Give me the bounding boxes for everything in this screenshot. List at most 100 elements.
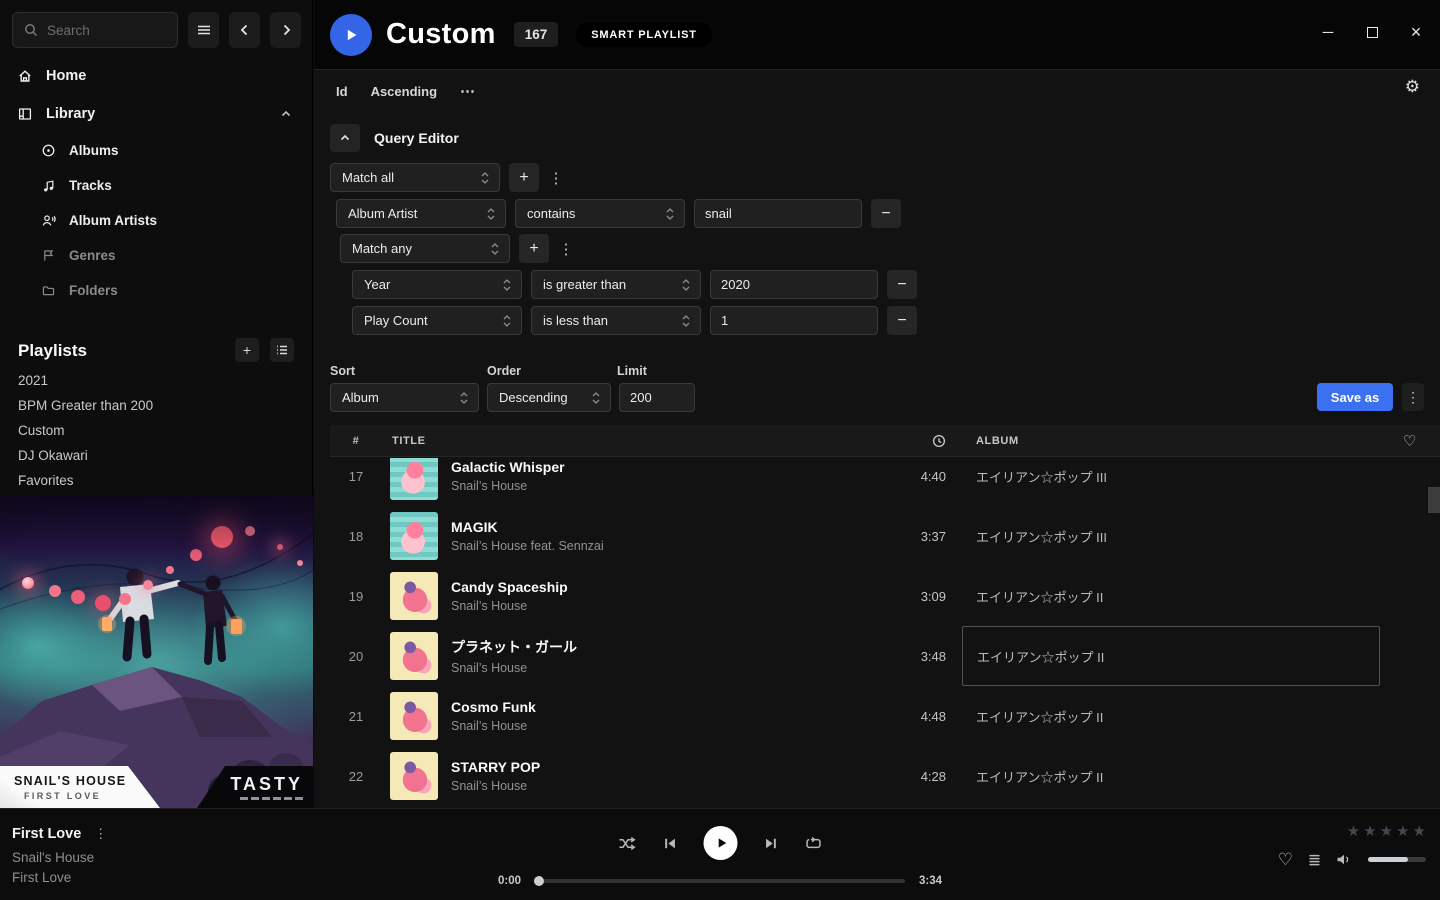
track-artist[interactable]: Snail’s House [451,779,540,793]
favorite-cell[interactable] [1380,746,1440,806]
table-row[interactable]: 17 Galactic WhisperSnail’s House 4:40 エイ… [330,458,1440,506]
sort-select[interactable]: Album [330,383,479,412]
match-type-select[interactable]: Match any [340,234,510,263]
back-button[interactable] [229,12,260,48]
rule-operator-select[interactable]: is less than [531,306,701,335]
playlist-item[interactable]: Favorites [0,468,312,493]
column-duration[interactable] [882,434,962,448]
sidebar-item-genres[interactable]: Genres [0,238,312,273]
track-artist[interactable]: Snail’s House feat. Sennzai [451,539,604,553]
track-title[interactable]: MAGIK [451,519,604,535]
track-album[interactable]: エイリアン☆ポップ III [962,458,1380,506]
rule-field-select[interactable]: Year [352,270,522,299]
previous-button[interactable] [663,836,678,851]
menu-button[interactable] [188,12,219,48]
save-options-button[interactable]: ⋮ [1402,383,1424,411]
remove-rule-button[interactable]: − [887,270,917,299]
search-box[interactable] [12,12,178,48]
track-title[interactable]: Cosmo Funk [451,699,536,715]
track-artist[interactable]: Snail’s House [451,479,565,493]
playlist-item[interactable]: BPM Greater than 200 [0,393,312,418]
order-select[interactable]: Descending [487,383,611,412]
play-pause-button[interactable] [704,826,738,860]
star-icon[interactable]: ★ [1380,822,1393,840]
favorite-cell[interactable] [1380,686,1440,746]
collapse-query-editor-button[interactable] [330,124,360,152]
repeat-button[interactable] [805,836,823,851]
track-artist[interactable]: Snail’s House [451,599,568,613]
minimize-button[interactable]: ─ [1320,24,1336,40]
column-album[interactable]: ALBUM [962,435,1380,447]
forward-button[interactable] [270,12,301,48]
track-title[interactable]: Galactic Whisper [451,459,565,475]
rule-field-select[interactable]: Play Count [352,306,522,335]
seek-bar[interactable] [535,879,905,883]
remove-rule-button[interactable]: − [871,199,901,228]
add-playlist-button[interactable]: + [235,338,259,362]
favorite-button[interactable]: ♡ [1278,851,1293,868]
favorite-cell[interactable] [1380,626,1440,686]
rule-value-input[interactable] [694,199,862,228]
track-album[interactable]: エイリアン☆ポップ II [962,566,1380,626]
track-album[interactable]: エイリアン☆ポップ III [962,506,1380,566]
playlist-item[interactable]: 2021 [0,368,312,393]
track-options-button[interactable]: ⋮ [94,826,107,842]
rule-field-select[interactable]: Album Artist [336,199,506,228]
track-album[interactable]: エイリアン☆ポップ II [962,746,1380,806]
playlist-list-button[interactable] [270,338,294,362]
save-as-button[interactable]: Save as [1317,383,1393,411]
star-icon[interactable]: ★ [1413,822,1426,840]
chevron-up-icon[interactable] [280,108,292,120]
volume-slider[interactable] [1368,857,1426,862]
sidebar-item-tracks[interactable]: Tracks [0,168,312,203]
table-row[interactable]: 21 Cosmo FunkSnail’s House 4:48 エイリアン☆ポッ… [330,686,1440,746]
playlist-item[interactable]: Custom [0,418,312,443]
group-options-button[interactable]: ⋮ [548,169,564,187]
sort-direction-button[interactable]: Ascending [371,84,437,99]
maximize-button[interactable] [1364,24,1380,40]
add-rule-button[interactable]: + [519,234,549,263]
favorite-cell[interactable] [1380,566,1440,626]
now-playing-artwork[interactable]: SNAIL'S HOUSE FIRST LOVE TASTY [0,495,313,808]
queue-button[interactable] [1307,853,1322,867]
track-title[interactable]: プラネット・ガール [451,637,577,657]
next-button[interactable] [764,836,779,851]
volume-button[interactable] [1336,853,1354,866]
column-number[interactable]: # [330,435,382,447]
add-rule-button[interactable]: + [509,163,539,192]
search-input[interactable] [47,23,166,38]
remove-rule-button[interactable]: − [887,306,917,335]
rule-value-input[interactable] [710,270,878,299]
sidebar-item-folders[interactable]: Folders [0,273,312,308]
now-playing-title[interactable]: First Love [12,826,81,842]
limit-input[interactable] [619,383,695,412]
rule-value-input[interactable] [710,306,878,335]
track-title[interactable]: Candy Spaceship [451,579,568,595]
track-album[interactable]: エイリアン☆ポップ II [962,686,1380,746]
table-row[interactable]: 19 Candy SpaceshipSnail’s House 3:09 エイリ… [330,566,1440,626]
table-row[interactable]: 20 プラネット・ガールSnail’s House 3:48 エイリアン☆ポップ… [330,626,1440,686]
sidebar-item-albums[interactable]: Albums [0,133,312,168]
shuffle-button[interactable] [618,836,637,851]
track-album-focused[interactable]: エイリアン☆ポップ II [962,626,1380,686]
scrollbar-thumb[interactable] [1428,487,1440,513]
now-playing-album[interactable]: First Love [12,870,71,885]
track-artist[interactable]: Snail’s House [451,719,536,733]
star-icon[interactable]: ★ [1347,822,1360,840]
group-options-button[interactable]: ⋮ [558,240,574,258]
settings-gear-button[interactable]: ⚙ [1405,77,1420,97]
sidebar-item-album-artists[interactable]: Album Artists [0,203,312,238]
favorite-cell[interactable] [1380,506,1440,566]
playlist-item[interactable]: DJ Okawari [0,443,312,468]
sidebar-item-library[interactable]: Library [0,95,312,133]
star-icon[interactable]: ★ [1396,822,1409,840]
play-playlist-button[interactable] [330,14,372,56]
more-options-button[interactable]: ⋯ [460,82,476,100]
match-type-select[interactable]: Match all [330,163,500,192]
track-title[interactable]: STARRY POP [451,759,540,775]
star-icon[interactable]: ★ [1363,822,1376,840]
sort-field-button[interactable]: Id [336,84,348,99]
seek-handle[interactable] [534,876,544,886]
close-button[interactable]: × [1408,24,1424,40]
column-title[interactable]: TITLE [382,435,882,447]
